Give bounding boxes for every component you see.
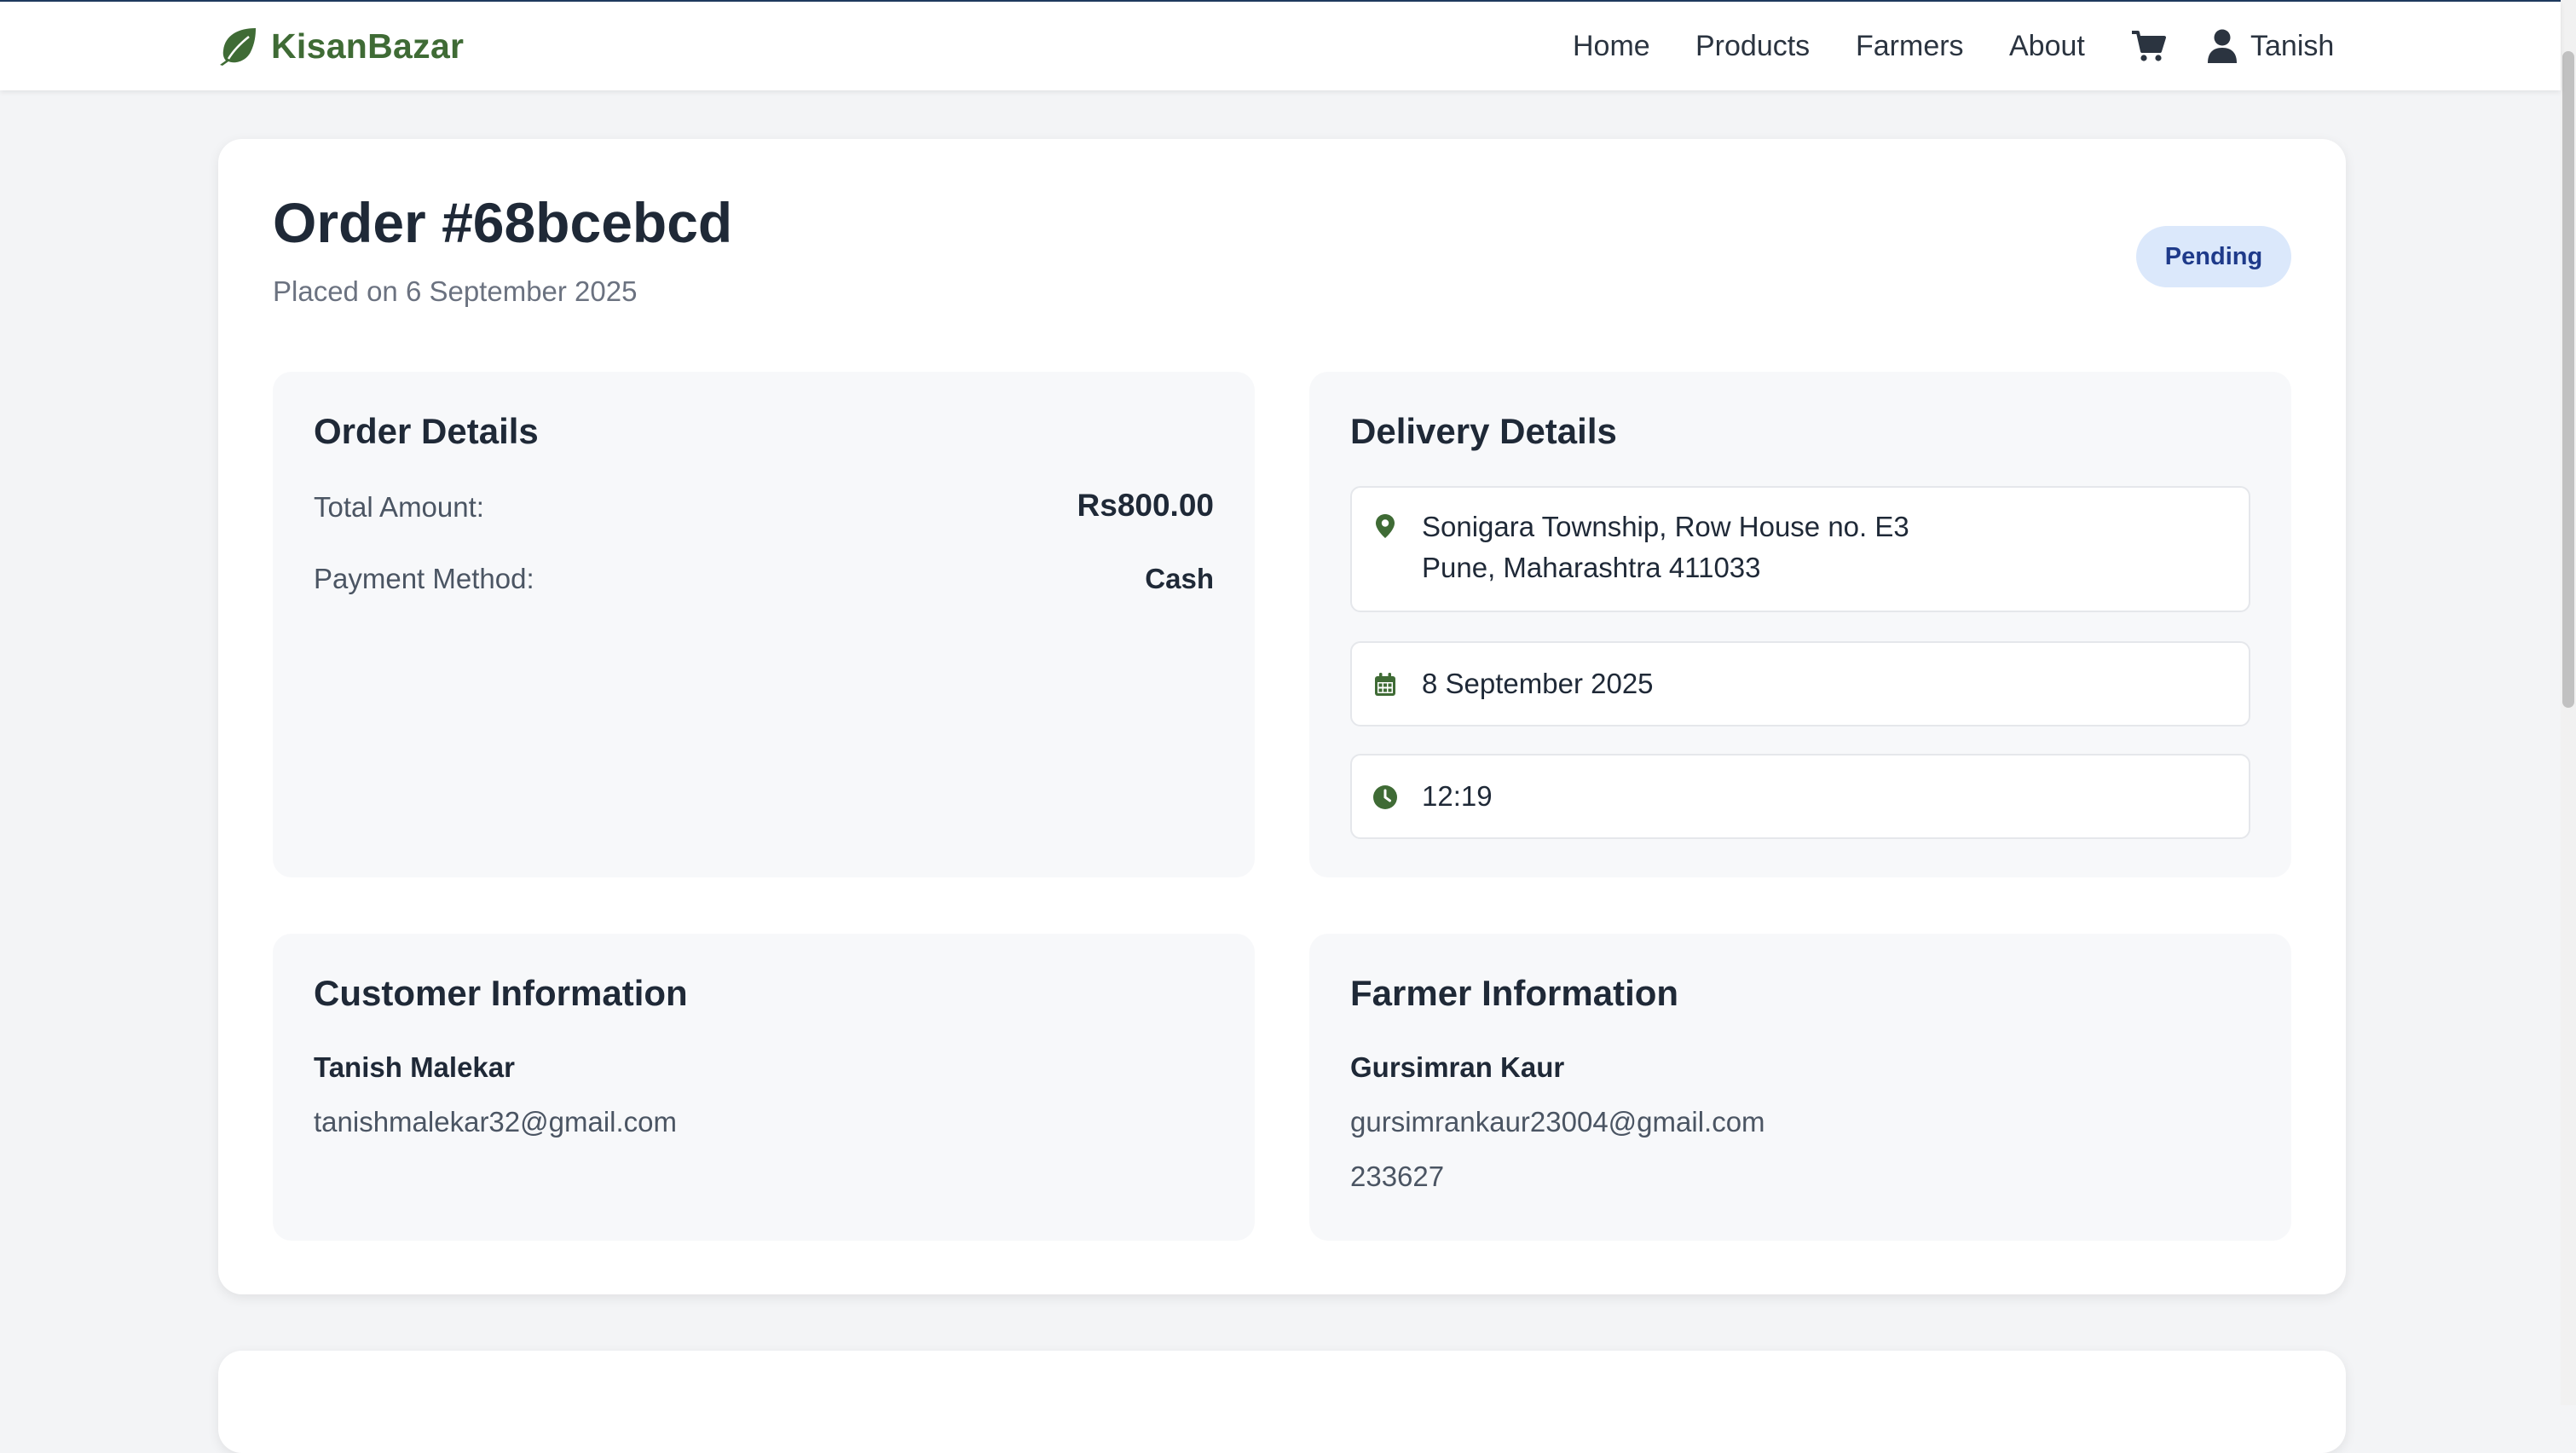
farmer-phone: 233627 — [1350, 1161, 1445, 1192]
nav-home-link[interactable]: Home — [1573, 24, 1650, 68]
delivery-details-title: Delivery Details — [1350, 411, 1617, 451]
user-menu[interactable]: Tanish — [2208, 24, 2334, 68]
customer-email: tanishmalekar32@gmail.com — [314, 1106, 678, 1138]
address-line-1: Sonigara Township, Row House no. E3 — [1422, 511, 1909, 542]
delivery-time-box: 12:19 — [1350, 754, 2250, 839]
cart-icon[interactable] — [2131, 24, 2167, 68]
address-line-2: Pune, Maharashtra 411033 — [1422, 552, 1761, 583]
farmer-info-panel: Farmer Information Gursimran Kaur gursim… — [1309, 934, 2291, 1241]
navbar: KisanBazar Home Products Farmers About T… — [0, 2, 2561, 90]
customer-info-title: Customer Information — [314, 973, 688, 1013]
location-pin-icon — [1376, 514, 1395, 538]
order-title: Order #68bcebcd — [273, 191, 733, 254]
leaf-icon — [220, 28, 256, 66]
scrollbar-thumb[interactable] — [2562, 51, 2574, 708]
delivery-details-panel: Delivery Details Sonigara Township, Row … — [1309, 372, 2291, 877]
farmer-email: gursimrankaur23004@gmail.com — [1350, 1106, 1765, 1138]
brand-logo[interactable]: KisanBazar — [217, 24, 464, 68]
delivery-time: 12:19 — [1422, 780, 1493, 812]
clock-icon — [1373, 785, 1397, 809]
delivery-date: 8 September 2025 — [1422, 668, 1654, 699]
brand-name: KisanBazar — [271, 26, 465, 66]
calendar-icon — [1375, 673, 1395, 696]
order-details-panel: Order Details Total Amount: Rs800.00 Pay… — [273, 372, 1255, 877]
user-icon — [2208, 29, 2237, 63]
total-amount-value: Rs800.00 — [1077, 488, 1214, 523]
delivery-address-box: Sonigara Township, Row House no. E3 Pune… — [1350, 486, 2250, 612]
farmer-info-title: Farmer Information — [1350, 973, 1679, 1013]
order-details-title: Order Details — [314, 411, 539, 451]
order-placed-date: Placed on 6 September 2025 — [273, 275, 638, 307]
total-amount-label: Total Amount: — [314, 491, 484, 523]
farmer-name: Gursimran Kaur — [1350, 1051, 1565, 1083]
delivery-date-box: 8 September 2025 — [1350, 641, 2250, 726]
customer-name: Tanish Malekar — [314, 1051, 515, 1083]
nav-products-link[interactable]: Products — [1695, 24, 1810, 68]
customer-info-panel: Customer Information Tanish Malekar tani… — [273, 934, 1255, 1241]
order-card: Order #68bcebcd Placed on 6 September 20… — [218, 139, 2346, 1294]
status-badge: Pending — [2136, 226, 2291, 287]
user-name: Tanish — [2250, 29, 2335, 62]
nav-about-link[interactable]: About — [2009, 24, 2085, 68]
nav-farmers-link[interactable]: Farmers — [1856, 24, 1964, 68]
payment-method-label: Payment Method: — [314, 563, 534, 594]
next-section-card — [218, 1351, 2346, 1453]
payment-method-value: Cash — [1145, 563, 1214, 594]
